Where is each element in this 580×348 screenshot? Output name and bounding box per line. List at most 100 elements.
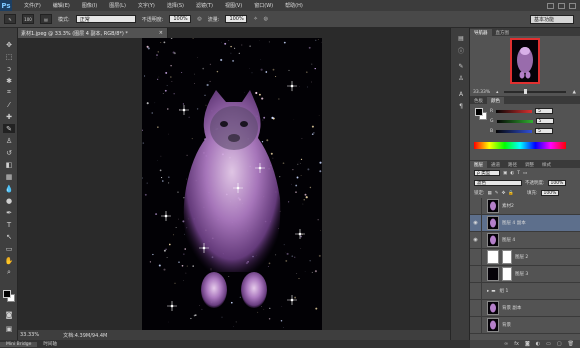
filter-adjust-icon[interactable]: ◐: [510, 171, 514, 176]
filter-shape-icon[interactable]: ▭: [523, 171, 527, 176]
paragraph-panel-icon[interactable]: ¶: [456, 102, 466, 111]
layer-row[interactable]: 背景 副本: [470, 299, 580, 317]
menu-window[interactable]: 窗口(W): [248, 2, 279, 9]
opacity-pressure-icon[interactable]: ◎: [197, 16, 201, 22]
tab-timeline[interactable]: 时间轴: [37, 341, 63, 347]
layer-row[interactable]: ▸ ▬ 组 1: [470, 282, 580, 300]
clone-source-panel-icon[interactable]: ♙: [456, 74, 466, 83]
zoom-level[interactable]: 33.33%: [20, 332, 39, 338]
pen-tool-icon[interactable]: ✒: [3, 208, 15, 217]
type-tool-icon[interactable]: T: [3, 220, 15, 229]
crop-tool-icon[interactable]: ⌗: [3, 88, 15, 97]
tab-adjustments[interactable]: 调整: [521, 161, 538, 168]
channel-slider-g[interactable]: [496, 119, 533, 123]
close-tab-icon[interactable]: ×: [159, 30, 163, 36]
new-group-icon[interactable]: ▭: [546, 341, 551, 347]
brush-tool-icon[interactable]: ✎: [3, 124, 15, 133]
history-panel-icon[interactable]: ▤: [456, 34, 466, 43]
document-tab[interactable]: 素材1.jpeg @ 33.3% (图层 4 副本, RGB/8*) * ×: [18, 28, 168, 38]
navigator-preview[interactable]: [510, 38, 540, 84]
color-foreground-swatch[interactable]: [475, 108, 483, 116]
lasso-tool-icon[interactable]: ↄ: [3, 64, 15, 73]
tab-layers[interactable]: 图层: [470, 161, 487, 168]
tab-color[interactable]: 颜色: [487, 97, 504, 104]
layer-mask-thumbnail[interactable]: [502, 250, 512, 264]
layer-row[interactable]: 素材2: [470, 197, 580, 215]
menu-filter[interactable]: 滤镜(T): [190, 2, 219, 9]
layer-row[interactable]: 图层 3: [470, 265, 580, 283]
menu-file[interactable]: 文件(F): [18, 2, 47, 9]
shape-tool-icon[interactable]: ▭: [3, 244, 15, 253]
lock-all-icon[interactable]: 🔒: [508, 191, 514, 196]
menu-image[interactable]: 图像(I): [76, 2, 103, 9]
layer-mask-thumbnail[interactable]: [502, 267, 512, 281]
visibility-eye-icon[interactable]: [470, 248, 482, 266]
layer-style-icon[interactable]: fx: [514, 341, 519, 347]
maximize-icon[interactable]: [558, 2, 565, 9]
zoom-out-icon[interactable]: ▴: [496, 90, 498, 95]
menu-type[interactable]: 文字(Y): [132, 2, 161, 9]
screen-mode-icon[interactable]: ▣: [3, 324, 15, 333]
blend-mode-select[interactable]: 滤色: [474, 180, 522, 186]
menu-edit[interactable]: 编辑(E): [47, 2, 76, 9]
layer-opacity-field[interactable]: 100%: [547, 180, 566, 186]
blur-tool-icon[interactable]: 💧: [3, 184, 15, 193]
marquee-tool-icon[interactable]: ⬚: [3, 52, 15, 61]
brush-tool-preset-icon[interactable]: ✎: [4, 14, 16, 24]
move-tool-icon[interactable]: ✥: [3, 40, 15, 49]
layer-row[interactable]: 图层 2: [470, 248, 580, 266]
tab-histogram[interactable]: 直方图: [492, 29, 514, 36]
new-layer-icon[interactable]: ▢: [557, 341, 562, 347]
visibility-eye-icon[interactable]: [470, 299, 482, 317]
add-mask-icon[interactable]: ◙: [525, 341, 530, 347]
tab-swatches[interactable]: 色板: [470, 97, 487, 104]
visibility-eye-icon[interactable]: [470, 265, 482, 283]
brush-size-picker[interactable]: 100: [22, 14, 34, 24]
channel-value-r[interactable]: 5: [535, 108, 554, 114]
channel-value-g[interactable]: 5: [535, 118, 554, 124]
lock-image-icon[interactable]: ✎: [495, 191, 499, 196]
menu-layer[interactable]: 图层(L): [103, 2, 132, 9]
foreground-color-swatch[interactable]: [3, 290, 11, 298]
channel-value-b[interactable]: 5: [535, 128, 554, 134]
healing-brush-tool-icon[interactable]: ✚: [3, 112, 15, 121]
adjustment-layer-icon[interactable]: ◐: [536, 341, 540, 347]
fill-field[interactable]: 100%: [540, 190, 559, 196]
channel-slider-b[interactable]: [496, 129, 533, 133]
navigator-zoom[interactable]: 33.33%: [473, 90, 490, 95]
brush-panel-icon[interactable]: ✎: [456, 62, 466, 71]
tab-mini-bridge[interactable]: Mini Bridge: [0, 341, 38, 347]
lock-position-icon[interactable]: ✥: [502, 191, 506, 196]
path-selection-tool-icon[interactable]: ↖: [3, 232, 15, 241]
visibility-eye-icon[interactable]: [470, 316, 482, 334]
visibility-eye-icon[interactable]: ◉: [470, 214, 482, 232]
brush-panel-toggle-icon[interactable]: ▤: [40, 14, 52, 24]
menu-help[interactable]: 帮助(H): [279, 2, 309, 9]
gradient-tool-icon[interactable]: ▦: [3, 172, 15, 181]
color-spectrum[interactable]: [474, 142, 566, 149]
close-window-icon[interactable]: [569, 2, 576, 9]
link-layers-icon[interactable]: ∞: [504, 341, 508, 347]
dodge-tool-icon[interactable]: ●: [3, 196, 15, 205]
visibility-eye-icon[interactable]: [470, 197, 482, 215]
lock-transparent-icon[interactable]: ▦: [488, 191, 492, 196]
tab-channels[interactable]: 通道: [487, 161, 504, 168]
filter-pixel-icon[interactable]: ▣: [503, 171, 507, 176]
visibility-eye-icon[interactable]: [470, 282, 482, 300]
quick-select-tool-icon[interactable]: ✱: [3, 76, 15, 85]
delete-layer-icon[interactable]: 🗑: [568, 341, 574, 347]
size-pressure-icon[interactable]: ◎: [264, 16, 268, 22]
visibility-eye-icon[interactable]: ◉: [470, 231, 482, 249]
navigator-zoom-slider[interactable]: [504, 89, 567, 94]
opacity-field[interactable]: 100%: [169, 15, 192, 23]
layer-row[interactable]: 背景: [470, 316, 580, 334]
tab-styles[interactable]: 样式: [538, 161, 555, 168]
group-expand-icon[interactable]: ▸: [487, 289, 489, 294]
canvas[interactable]: [142, 38, 322, 330]
hand-tool-icon[interactable]: ✋: [3, 256, 15, 265]
character-panel-icon[interactable]: A: [456, 90, 466, 99]
minimize-icon[interactable]: [547, 2, 554, 9]
layer-row[interactable]: ◉ 图层 4 副本: [470, 214, 580, 232]
menu-select[interactable]: 选择(S): [161, 2, 190, 9]
history-brush-tool-icon[interactable]: ↺: [3, 148, 15, 157]
